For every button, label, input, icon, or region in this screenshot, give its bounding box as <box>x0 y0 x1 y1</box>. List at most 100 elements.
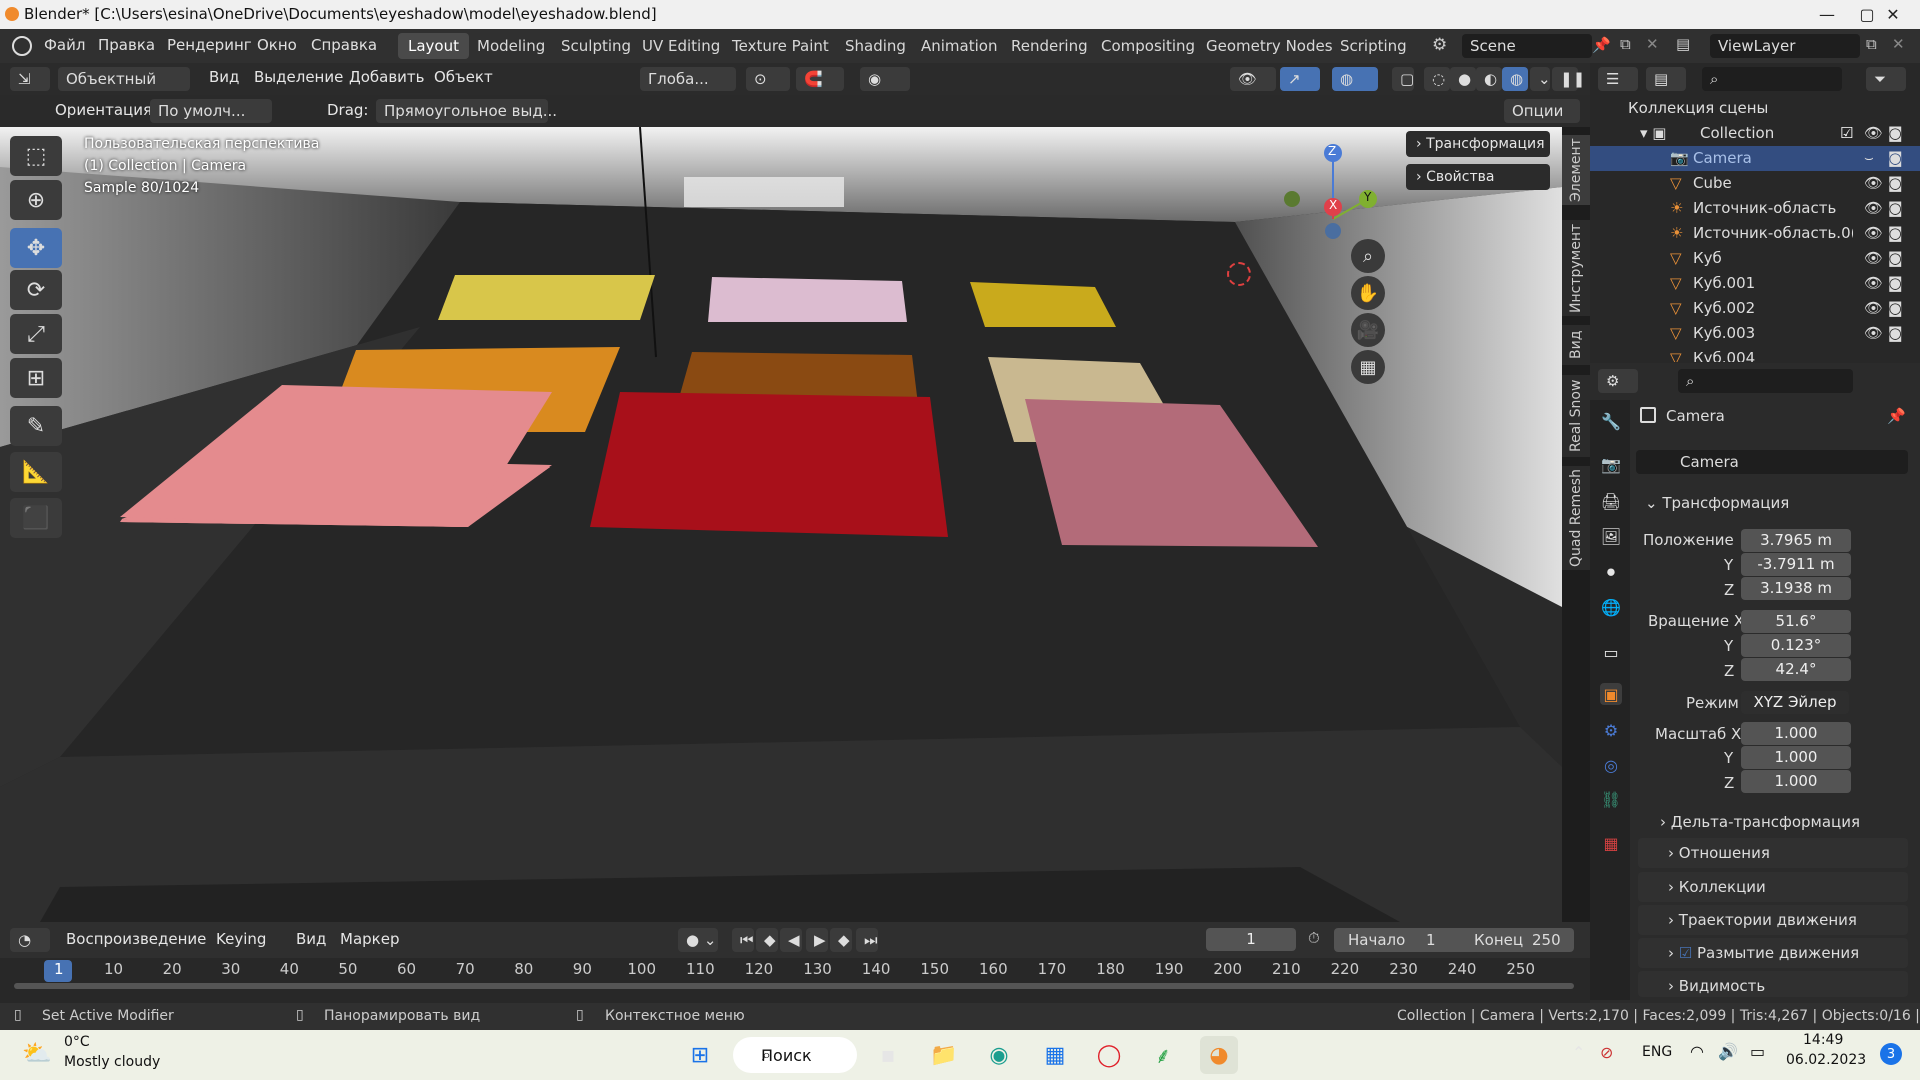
outliner-item-light-area-2[interactable]: ☀ Источник-область.0( 👁 ◙ <box>1590 221 1920 246</box>
eye-icon[interactable]: 👁 <box>1864 199 1883 217</box>
options-dropdown[interactable]: Опции <box>1504 99 1580 123</box>
perspective-grid-icon[interactable]: ▦ <box>1351 350 1385 384</box>
menu-select[interactable]: Выделение <box>254 68 343 86</box>
pan-hand-icon[interactable]: ✋ <box>1351 276 1385 310</box>
object-name-field[interactable]: Camera <box>1636 450 1908 474</box>
menu-render[interactable]: Рендеринг <box>167 36 252 54</box>
visibility-section[interactable]: › Видимость <box>1638 971 1908 997</box>
start-frame-field[interactable]: 1 <box>1426 931 1436 949</box>
rotation-y-field[interactable]: 0.123° <box>1741 634 1851 657</box>
gizmo-toggle[interactable]: ↗ <box>1280 67 1320 91</box>
new-view-layer-icon[interactable]: ⧉ <box>1866 35 1877 53</box>
scene-selector[interactable]: Scene <box>1462 34 1592 58</box>
rotation-x-field[interactable]: 51.6° <box>1741 610 1851 633</box>
eye-icon[interactable]: 👁 <box>1864 124 1883 142</box>
camera-view-icon[interactable]: 🎥 <box>1351 313 1385 347</box>
menu-edit[interactable]: Правка <box>98 36 155 54</box>
outliner-item-kub-002[interactable]: ▽ Куб.002 👁 ◙ <box>1590 296 1920 321</box>
camera-render-icon[interactable]: ◙ <box>1888 274 1903 292</box>
timeline-scrollbar[interactable] <box>14 983 1574 989</box>
motion-blur-section[interactable]: › ☑ Размытие движения <box>1638 938 1908 968</box>
network-warning-icon[interactable]: ⊘ <box>1600 1043 1613 1062</box>
camera-render-icon[interactable]: ◙ <box>1888 174 1903 192</box>
shading-wireframe[interactable]: ◌ <box>1424 67 1450 91</box>
world-properties-icon[interactable]: 🌐 <box>1600 596 1622 618</box>
delete-view-layer-icon[interactable]: ✕ <box>1892 35 1905 53</box>
outliner-display-mode[interactable]: ▤ <box>1646 67 1686 91</box>
outliner-item-kub-001[interactable]: ▽ Куб.001 👁 ◙ <box>1590 271 1920 296</box>
pin-icon[interactable]: 📌 <box>1592 36 1611 54</box>
jump-start-button[interactable]: ⏮ <box>732 928 754 952</box>
tab-scripting[interactable]: Scripting <box>1330 33 1417 59</box>
delete-scene-icon[interactable]: ✕ <box>1646 35 1659 53</box>
battery-icon[interactable]: ▭ <box>1750 1042 1765 1061</box>
camera-render-icon[interactable]: ◙ <box>1888 224 1903 242</box>
weather-temp[interactable]: 0°C <box>64 1034 90 1050</box>
rotation-mode-selector[interactable]: XYZ Эйлер <box>1741 691 1849 714</box>
scale-z-field[interactable]: 1.000 <box>1741 770 1851 793</box>
pan-mauve[interactable] <box>1025 399 1318 547</box>
outliner-search[interactable]: ⌕ <box>1702 67 1842 91</box>
location-y-field[interactable]: -3.7911 m <box>1741 553 1851 576</box>
output-properties-icon[interactable]: 🖨 <box>1600 490 1622 512</box>
menu-add[interactable]: Добавить <box>349 68 425 86</box>
editor-type-button[interactable]: ⇲ <box>10 67 50 91</box>
snap-toggle[interactable]: 🧲 <box>796 67 844 91</box>
transform-section-header[interactable]: ⌄ Трансформация <box>1645 494 1789 512</box>
tool-properties-icon[interactable]: 🔧 <box>1600 410 1622 432</box>
current-frame-field[interactable]: 1 <box>1206 928 1296 951</box>
relations-section[interactable]: › Отношения <box>1638 838 1908 868</box>
show-hidden-icons[interactable]: ⌃ <box>1572 1043 1585 1062</box>
collection-properties-icon[interactable]: ▭ <box>1600 641 1622 663</box>
eye-icon[interactable]: 👁 <box>1864 324 1883 342</box>
tab-uv-editing[interactable]: UV Editing <box>632 33 730 59</box>
play-reverse-button[interactable]: ◀ <box>780 928 802 952</box>
scale-tool[interactable]: ⤢ <box>10 314 62 354</box>
tab-animation[interactable]: Animation <box>911 33 1007 59</box>
tab-texture-paint[interactable]: Texture Paint <box>722 33 839 59</box>
camera-render-icon[interactable]: ◙ <box>1888 199 1903 217</box>
data-properties-icon[interactable]: ▦ <box>1600 832 1622 854</box>
outliner-item-kub[interactable]: ▽ Куб 👁 ◙ <box>1590 246 1920 271</box>
outliner-item-kub-004[interactable]: ▽ Куб.004 <box>1590 346 1920 362</box>
transform-orientation-selector[interactable]: Глоба... <box>640 67 736 91</box>
move-tool[interactable]: ✥ <box>10 228 62 268</box>
overlay-toggle[interactable]: ◍ <box>1332 67 1378 91</box>
properties-search[interactable]: ⌕ <box>1678 369 1853 393</box>
blender-taskbar-icon[interactable]: ◕ <box>1200 1036 1238 1074</box>
delta-transform-section[interactable]: › Дельта-трансформация <box>1660 813 1860 831</box>
app-leaf-icon[interactable]: ⸙ <box>1144 1036 1182 1074</box>
xray-toggle[interactable]: ▢ <box>1392 67 1414 91</box>
wifi-icon[interactable]: ◠ <box>1690 1042 1704 1061</box>
constraint-properties-icon[interactable]: ⛓ <box>1600 788 1622 810</box>
tab-real-snow[interactable]: Real Snow <box>1562 375 1590 457</box>
camera-render-icon[interactable]: ◙ <box>1888 324 1903 342</box>
pivot-selector[interactable]: ⊙ <box>746 67 790 91</box>
view-layer-icon[interactable]: ▤ <box>1676 35 1690 53</box>
task-view-icon[interactable]: ▪ <box>869 1036 907 1074</box>
tab-geometry-nodes[interactable]: Geometry Nodes <box>1196 33 1343 59</box>
eye-icon[interactable]: 👁 <box>1864 174 1883 192</box>
motion-blur-checkbox[interactable]: ☑ <box>1679 944 1692 962</box>
timeline-editor-type[interactable]: ◔ <box>10 928 50 952</box>
outliner-item-cube[interactable]: ▽ Cube 👁 ◙ <box>1590 171 1920 196</box>
jump-end-button[interactable]: ⏭ <box>856 928 878 952</box>
tab-view[interactable]: Вид <box>1562 325 1590 365</box>
outliner-item-light-area[interactable]: ☀ Источник-область 👁 ◙ <box>1590 196 1920 221</box>
menu-keying[interactable]: Keying <box>216 930 266 948</box>
microsoft-store-icon[interactable]: ▦ <box>1036 1036 1074 1074</box>
new-scene-icon[interactable]: ⧉ <box>1620 35 1631 53</box>
measure-tool[interactable]: 📐 <box>10 452 62 492</box>
properties-editor-type[interactable]: ⚙ <box>1598 369 1638 393</box>
camera-render-icon[interactable]: ◙ <box>1888 124 1903 142</box>
zoom-icon[interactable]: ⌕ <box>1351 239 1385 273</box>
volume-icon[interactable]: 🔊 <box>1718 1042 1738 1061</box>
outliner-collection[interactable]: ▾ ▣ Collection ☑ 👁 ◙ <box>1590 121 1920 146</box>
menu-view[interactable]: Вид <box>209 68 239 86</box>
camera-render-icon[interactable]: ◙ <box>1888 249 1903 267</box>
start-menu-icon[interactable]: ⊞ <box>681 1036 719 1074</box>
tab-tool[interactable]: Инструмент <box>1562 220 1590 316</box>
eye-icon[interactable]: 👁 <box>1864 249 1883 267</box>
proportional-edit-toggle[interactable]: ◉ <box>860 67 910 91</box>
location-x-field[interactable]: 3.7965 m <box>1741 529 1851 552</box>
